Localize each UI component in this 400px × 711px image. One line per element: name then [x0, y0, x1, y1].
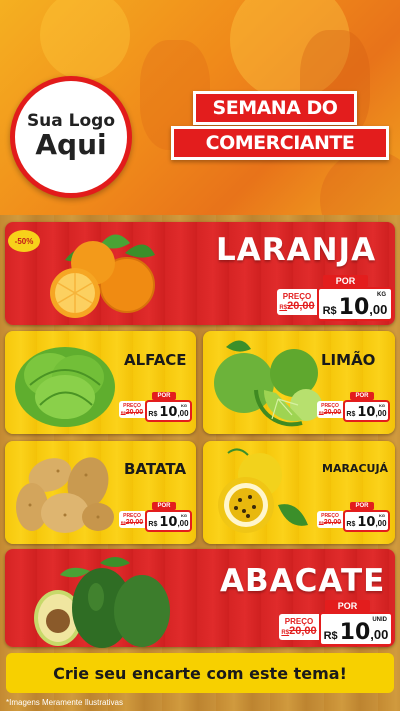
- lime-icon: [214, 340, 322, 427]
- price-decimal: ,00: [375, 409, 387, 418]
- avocado-icon: [34, 557, 170, 648]
- price-new-box: R$ 10 ,00 KG: [145, 400, 192, 422]
- price-currency: R$: [346, 521, 356, 528]
- product-name-alface: ALFACE: [124, 351, 187, 369]
- price-old-box: PREÇO R$20,00: [279, 614, 319, 640]
- price-por-label: POR: [350, 502, 374, 510]
- price-decimal: ,00: [370, 627, 389, 642]
- logo-placeholder[interactable]: Sua Logo Aqui: [10, 76, 132, 198]
- price-old-value: R$20,00: [318, 408, 342, 416]
- price-por-label: POR: [152, 392, 176, 400]
- price-decimal: ,00: [177, 409, 189, 418]
- footnote: *Imagens Meramente Ilustrativas: [6, 698, 123, 707]
- product-name-laranja: LARANJA: [216, 232, 377, 268]
- price-old-box: PREÇO R$20,00: [277, 289, 317, 315]
- price-old-box: PREÇO R$20,00: [317, 401, 343, 418]
- price-currency: R$: [148, 521, 158, 528]
- cta-banner[interactable]: Crie seu encarte com este tema!: [6, 653, 394, 693]
- background-shape: [40, 0, 130, 80]
- price-tag-batata: POR PREÇO R$20,00 R$ 10 ,00 KG: [119, 502, 194, 536]
- price-por-label: POR: [323, 275, 368, 287]
- price-currency: R$: [346, 411, 356, 418]
- price-tag-laranja: POR PREÇO R$20,00 R$ 10 ,00 KG: [277, 275, 395, 325]
- product-name-maracuja: MARACUJÁ: [322, 462, 389, 475]
- price-currency: R$: [323, 630, 338, 642]
- price-por-label: POR: [325, 600, 370, 612]
- price-new-box: R$ 10 ,00 KG: [317, 287, 393, 321]
- price-old-value: R$20,00: [279, 299, 315, 312]
- price-old-value: R$20,00: [120, 518, 144, 526]
- price-unit: KG: [379, 403, 385, 408]
- price-old-value: R$20,00: [281, 624, 317, 637]
- price-new-box: R$ 10 ,00 KG: [343, 510, 390, 532]
- price-old-box: PREÇO R$20,00: [119, 401, 145, 418]
- discount-badge: -50%: [8, 230, 40, 252]
- product-name-abacate: ABACATE: [220, 563, 386, 599]
- price-currency: R$: [148, 411, 158, 418]
- product-name-limao: LIMÃO: [321, 351, 376, 369]
- price-new-box: R$ 10 ,00 KG: [145, 510, 192, 532]
- potato-icon: [16, 457, 114, 533]
- title-line1: SEMANA DO: [193, 91, 357, 125]
- price-decimal: ,00: [177, 519, 189, 528]
- price-new-box: R$ 10 ,00 KG: [343, 400, 390, 422]
- price-old-box: PREÇO R$20,00: [317, 511, 343, 528]
- logo-text-line2: Aqui: [35, 128, 107, 162]
- passion-fruit-icon: [218, 448, 308, 533]
- price-old-value: R$20,00: [120, 408, 144, 416]
- price-old-value: R$20,00: [318, 518, 342, 526]
- price-integer: 10: [338, 295, 370, 320]
- price-unit: KG: [181, 513, 187, 518]
- price-unit: KG: [377, 292, 386, 298]
- price-integer: 10: [339, 620, 371, 645]
- price-tag-limao: POR PREÇO R$20,00 R$ 10 ,00 KG: [317, 392, 392, 426]
- price-tag-abacate: POR PREÇO R$20,00 R$ 10 ,00 UNID: [279, 600, 395, 650]
- price-integer: 10: [159, 405, 178, 420]
- price-integer: 10: [159, 515, 178, 530]
- price-por-label: POR: [350, 392, 374, 400]
- lettuce-icon: [15, 347, 115, 427]
- orange-fruit-icon: [50, 234, 155, 318]
- price-tag-alface: POR PREÇO R$20,00 R$ 10 ,00 KG: [119, 392, 194, 426]
- price-old-box: PREÇO R$20,00: [119, 511, 145, 528]
- price-unit: KG: [181, 403, 187, 408]
- price-integer: 10: [357, 515, 376, 530]
- price-new-box: R$ 10 ,00 UNID: [319, 612, 393, 646]
- price-unit: UNID: [372, 617, 387, 623]
- price-por-label: POR: [152, 502, 176, 510]
- price-tag-maracuja: POR PREÇO R$20,00 R$ 10 ,00 KG: [317, 502, 392, 536]
- price-currency: R$: [322, 305, 337, 317]
- price-integer: 10: [357, 405, 376, 420]
- price-decimal: ,00: [369, 302, 388, 317]
- price-decimal: ,00: [375, 519, 387, 528]
- title-line2: COMERCIANTE: [171, 126, 389, 160]
- price-unit: KG: [379, 513, 385, 518]
- product-name-batata: BATATA: [124, 460, 187, 478]
